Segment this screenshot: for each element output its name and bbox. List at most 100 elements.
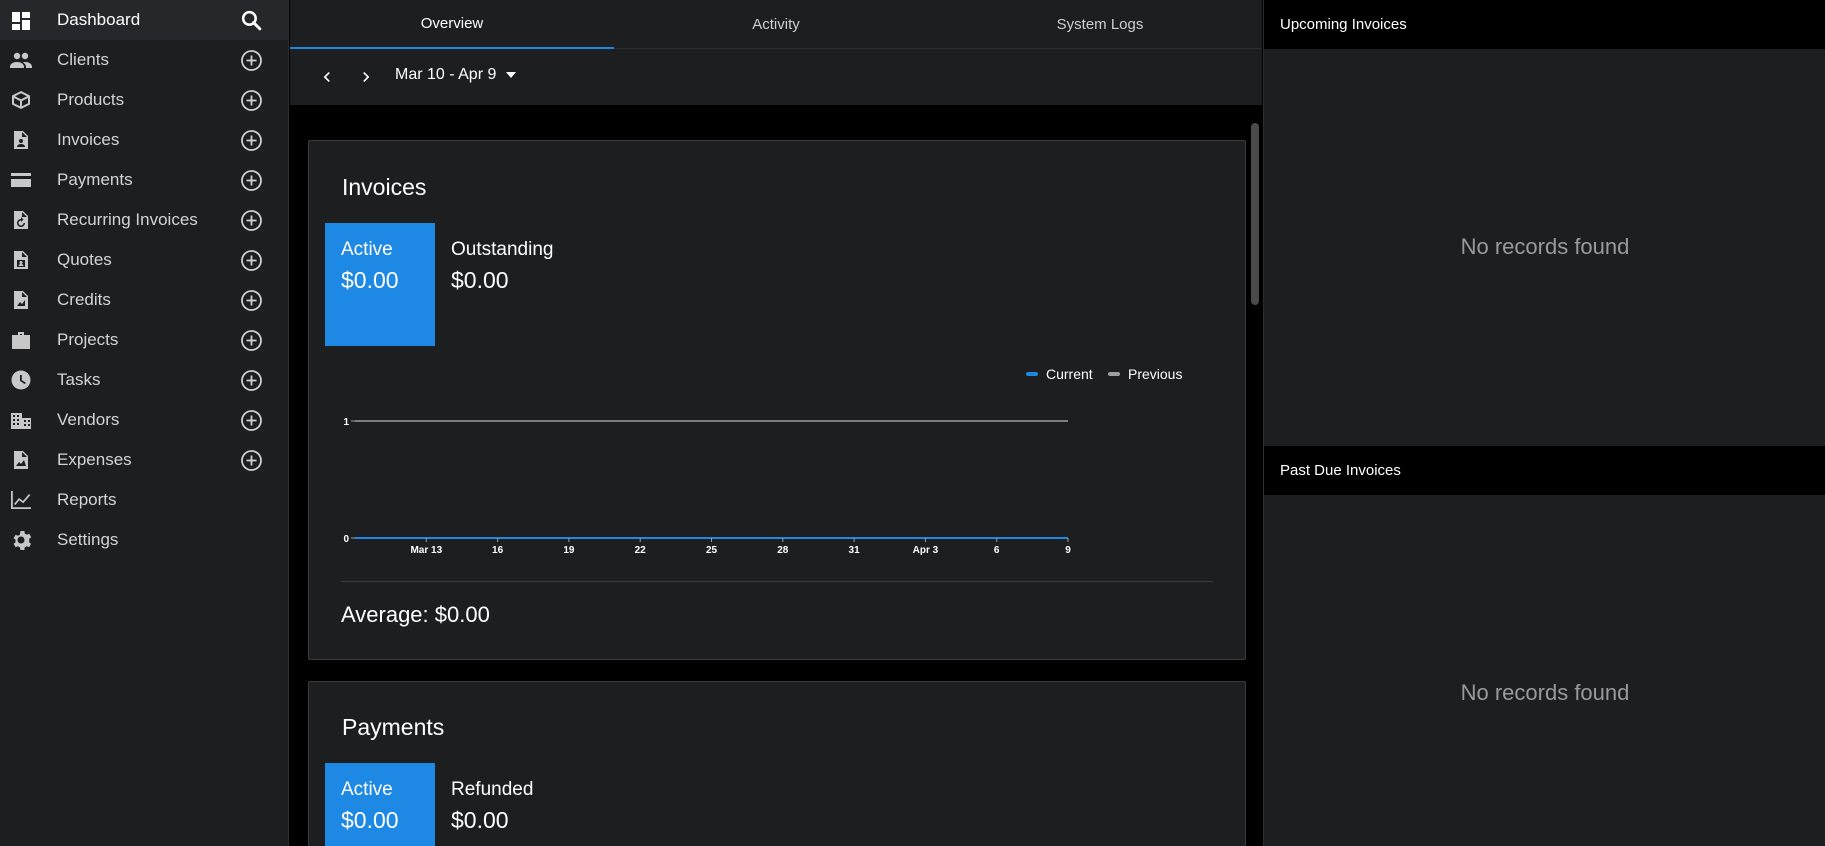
add-credits-button[interactable] [240, 289, 263, 312]
add-invoices-button[interactable] [240, 129, 263, 152]
date-bar: Mar 10 - Apr 9 [290, 49, 1262, 105]
sidebar-item-label: Recurring Invoices [57, 210, 198, 229]
legend-current: Current [1026, 366, 1093, 382]
y-tick-label: 1 [343, 417, 349, 428]
x-tick-label: 31 [849, 545, 861, 556]
invoices-active-stat[interactable]: Active $0.00 [325, 223, 435, 346]
legend-current-label: Current [1046, 366, 1093, 382]
sidebar-item-label: Clients [57, 50, 109, 69]
expenses-icon [10, 450, 32, 470]
invoices-active-value: $0.00 [341, 267, 399, 293]
invoices-icon [10, 130, 32, 150]
sidebar-item-quotes[interactable]: Quotes [0, 240, 288, 280]
x-tick-label: 6 [994, 545, 1000, 556]
caret-down-icon [506, 72, 517, 78]
add-icon [241, 370, 262, 391]
x-tick-label: 28 [777, 545, 789, 556]
chart-divider [341, 581, 1213, 582]
upcoming-invoices-header: Upcoming Invoices [1264, 0, 1825, 49]
add-vendors-button[interactable] [240, 409, 263, 432]
chevron-right-icon [363, 72, 370, 82]
sidebar-item-label: Payments [57, 170, 133, 189]
add-payments-button[interactable] [240, 169, 263, 192]
sidebar-item-label: Projects [57, 330, 119, 349]
legend-current-swatch [1026, 372, 1038, 376]
payments-refunded-label: Refunded [451, 779, 534, 800]
sidebar-item-payments[interactable]: Payments [0, 160, 288, 200]
content-scrollbar[interactable] [1251, 123, 1259, 305]
x-tick-label: 19 [563, 545, 575, 556]
sidebar-item-label: Expenses [57, 450, 132, 469]
payments-active-stat[interactable]: Active $0.00 [325, 763, 435, 846]
sidebar-item-dashboard[interactable]: Dashboard [0, 0, 288, 40]
x-tick-label: Mar 13 [410, 545, 442, 556]
sidebar-item-expenses[interactable]: Expenses [0, 440, 288, 480]
next-period-button[interactable] [354, 65, 378, 89]
sidebar-item-credits[interactable]: Credits [0, 280, 288, 320]
dashboard-content: Invoices Active $0.00 Outstanding $0.00 … [290, 105, 1262, 846]
y-tick-label: 0 [343, 534, 349, 545]
add-expenses-button[interactable] [240, 449, 263, 472]
sidebar-item-reports[interactable]: Reports [0, 480, 288, 520]
tab-activity[interactable]: Activity [614, 0, 938, 49]
invoices-chart: 0 1 Mar 13 16 19 22 25 28 31 Apr 3 6 9 [343, 417, 1071, 556]
payments-icon [10, 170, 32, 190]
sidebar-item-recurring-invoices[interactable]: Recurring Invoices [0, 200, 288, 240]
payments-refunded-value: $0.00 [451, 807, 509, 833]
past-due-invoices-header: Past Due Invoices [1264, 446, 1825, 495]
invoices-average: Average: $0.00 [341, 602, 490, 627]
invoices-card-title: Invoices [342, 174, 427, 200]
clients-icon [10, 50, 32, 70]
payments-refunded-stat[interactable]: Refunded $0.00 [435, 763, 575, 846]
chevron-left-icon [323, 72, 330, 82]
legend-previous-swatch [1108, 372, 1120, 376]
right-panel: Upcoming Invoices No records found Past … [1263, 0, 1825, 846]
sidebar-item-label: Tasks [57, 370, 101, 389]
credits-icon [10, 290, 32, 310]
add-icon [241, 330, 262, 351]
add-tasks-button[interactable] [240, 369, 263, 392]
sidebar: Dashboard Clients Products Invoices Payments… [0, 0, 289, 846]
projects-icon [10, 330, 32, 350]
invoices-outstanding-stat[interactable]: Outstanding $0.00 [435, 223, 575, 346]
invoices-card: Invoices Active $0.00 Outstanding $0.00 … [308, 140, 1246, 660]
sidebar-item-label: Reports [57, 490, 117, 509]
search-icon [241, 10, 262, 31]
sidebar-item-projects[interactable]: Projects [0, 320, 288, 360]
reports-icon [10, 490, 32, 510]
add-icon [241, 90, 262, 111]
legend-previous-label: Previous [1128, 366, 1183, 382]
legend-previous: Previous [1108, 366, 1182, 382]
add-projects-button[interactable] [240, 329, 263, 352]
invoices-outstanding-label: Outstanding [451, 239, 554, 260]
add-recurring-invoices-button[interactable] [240, 209, 263, 232]
upcoming-invoices-empty: No records found [1460, 234, 1630, 259]
tab-overview[interactable]: Overview [290, 0, 614, 49]
payments-active-value: $0.00 [341, 807, 399, 833]
sidebar-item-tasks[interactable]: Tasks [0, 360, 288, 400]
sidebar-item-label: Products [57, 90, 125, 109]
add-quotes-button[interactable] [240, 249, 263, 272]
sidebar-item-settings[interactable]: Settings [0, 520, 288, 560]
sidebar-item-invoices[interactable]: Invoices [0, 120, 288, 160]
sidebar-item-label: Credits [57, 290, 111, 309]
quotes-icon [10, 250, 32, 270]
sidebar-item-clients[interactable]: Clients [0, 40, 288, 80]
search-button[interactable] [240, 9, 263, 32]
tab-bar: Overview Activity System Logs [290, 0, 1262, 49]
add-icon [241, 290, 262, 311]
x-tick-label: Apr 3 [913, 545, 939, 556]
add-products-button[interactable] [240, 89, 263, 112]
invoices-active-label: Active [341, 239, 393, 260]
past-due-invoices-empty: No records found [1460, 680, 1630, 705]
previous-period-button[interactable] [315, 65, 339, 89]
x-tick-label: 16 [492, 545, 504, 556]
sidebar-item-label: Dashboard [57, 10, 141, 29]
sidebar-item-label: Settings [57, 530, 119, 549]
sidebar-item-vendors[interactable]: Vendors [0, 400, 288, 440]
date-range-dropdown[interactable]: Mar 10 - Apr 9 [395, 66, 517, 84]
sidebar-item-products[interactable]: Products [0, 80, 288, 120]
add-clients-button[interactable] [240, 49, 263, 72]
add-icon [241, 210, 262, 231]
tab-system-logs[interactable]: System Logs [938, 0, 1262, 49]
